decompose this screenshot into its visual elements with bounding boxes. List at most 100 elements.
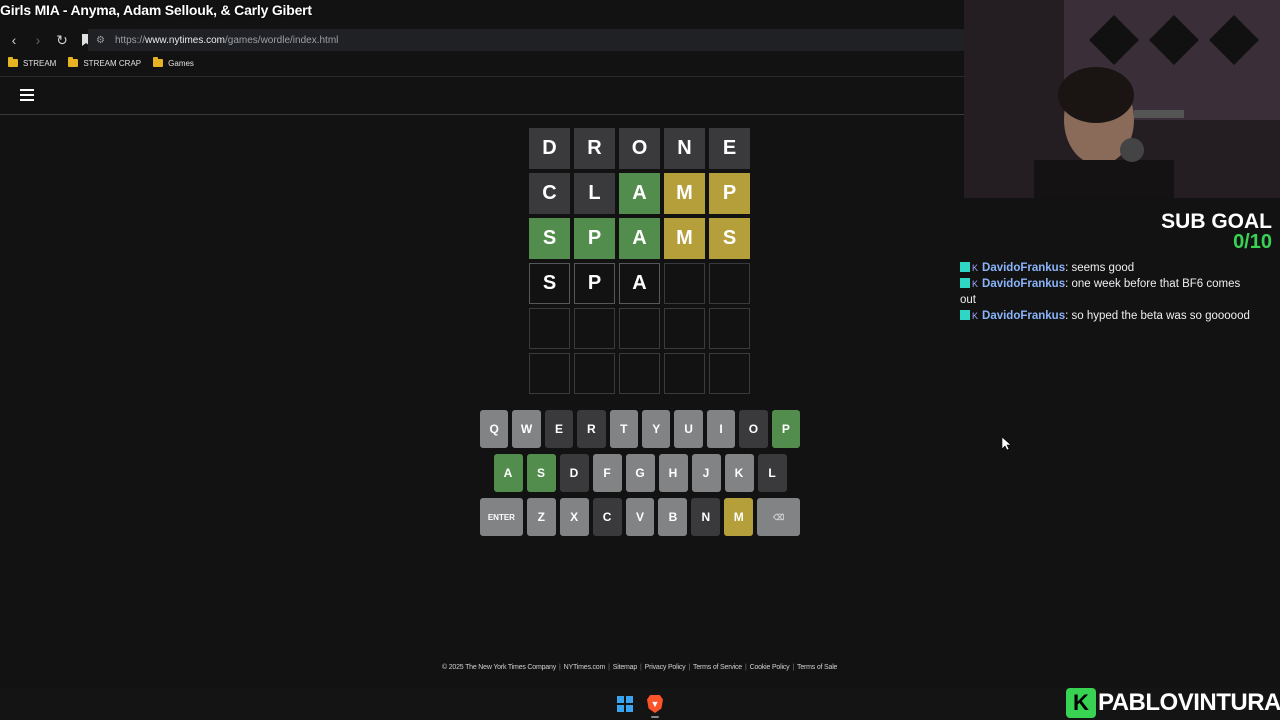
chat-message: K DavidoFrankus: seems good [960,260,1250,276]
backspace-key[interactable]: ⌫ [757,498,801,536]
footer-separator: | [792,664,795,671]
keyboard-row: ASDFGHJKL [478,454,802,492]
chat-text: so hyped the beta was so goooood [1071,310,1250,322]
hamburger-menu-icon[interactable] [20,89,34,101]
board-tile [619,308,660,349]
footer-link[interactable]: Privacy Policy [645,664,686,671]
subscriber-badge-icon [960,278,970,288]
enter-key[interactable]: ENTER [479,498,523,536]
key-h[interactable]: H [658,454,688,492]
board-tile: A [619,218,660,259]
board-tile: D [529,128,570,169]
board-tile: S [529,263,570,304]
key-l[interactable]: L [757,454,787,492]
board-tile [574,353,615,394]
key-r[interactable]: R [577,410,606,448]
footer-separator: | [688,664,691,671]
folder-icon [8,57,18,67]
board-tile: P [709,173,750,214]
key-q[interactable]: Q [479,410,509,448]
footer-separator: | [559,664,561,671]
board-tile [619,353,660,394]
chat-username[interactable]: DavidoFrankus [982,262,1065,274]
chat-username[interactable]: DavidoFrankus [982,278,1065,290]
wordle-board: DRONECLAMPSPAMSSPA [529,128,750,394]
folder-icon [68,57,79,67]
url-prefix: https:// [114,34,145,46]
browser-toolbar: ‹ › ↻ ⚙ https://www.nytimes.com/games/wo… [0,28,964,52]
key-b[interactable]: B [658,498,688,536]
board-tile: O [619,128,660,169]
key-f[interactable]: F [592,454,622,492]
board-tile: A [619,263,660,304]
forward-icon[interactable]: › [28,30,48,50]
back-icon[interactable]: ‹ [4,30,24,50]
board-tile [664,308,705,349]
reload-icon[interactable]: ↻ [52,30,72,50]
webcam-feed [964,0,1280,198]
board-tile [709,263,750,304]
address-bar[interactable]: ⚙ https://www.nytimes.com/games/wordle/i… [88,29,964,51]
board-tile: P [574,218,615,259]
brave-browser-icon[interactable]: ▼ [647,695,663,713]
key-j[interactable]: J [691,454,721,492]
board-tile: S [709,218,750,259]
subscriber-badge-icon [960,262,970,272]
key-v[interactable]: V [625,498,655,536]
key-k[interactable]: K [724,454,754,492]
board-tile [529,353,570,394]
key-e[interactable]: E [544,410,574,448]
board-tile: S [529,218,570,259]
key-a[interactable]: A [493,454,523,492]
streamer-name: PABLOVINTURA [1098,689,1280,716]
footer-separator: | [744,664,747,671]
board-tile [529,308,570,349]
windows-start-icon[interactable] [617,696,633,712]
stream-chat: K DavidoFrankus: seems good K DavidoFrankus… [960,260,1250,324]
key-g[interactable]: G [625,454,655,492]
folder-icon [153,57,164,67]
key-t[interactable]: T [609,410,638,448]
url-host: www.nytimes.com [144,34,225,46]
board-tile [664,263,705,304]
streamer-brand: K PABLOVINTURA [1066,688,1280,718]
footer-link[interactable]: Terms of Sale [797,664,837,671]
active-app-indicator [651,716,659,718]
board-tile [664,353,705,394]
board-tile: C [529,173,570,214]
bookmark-games[interactable]: Games [153,57,194,68]
bookmark-stream[interactable]: STREAM [8,57,56,68]
footer-link[interactable]: Cookie Policy [750,664,790,671]
key-y[interactable]: Y [642,410,671,448]
key-s[interactable]: S [526,454,556,492]
chat-username[interactable]: DavidoFrankus [982,310,1065,322]
chat-message: K DavidoFrankus: so hyped the beta was so… [960,308,1250,324]
key-m[interactable]: M [724,498,754,536]
sub-goal-value: 0/10 [1233,231,1272,253]
bookmark-stream-crap[interactable]: STREAM CRAP [68,57,141,68]
bookmarks-bar: STREAM STREAM CRAP Games [0,55,198,71]
key-c[interactable]: C [592,498,622,536]
board-tile: P [574,263,615,304]
screen: Girls MIA - Anyma, Adam Sellouk, & Carly… [0,0,1280,720]
key-o[interactable]: O [739,410,768,448]
key-p[interactable]: P [771,410,801,448]
footer-link[interactable]: NYTimes.com [564,664,606,671]
board-tile: E [709,128,750,169]
keyboard-row: QWERTYUIOP [478,410,802,448]
page-footer: © 2025 The New York Times Company | NYTime… [442,664,837,671]
kick-logo-icon: K [1066,688,1096,718]
platform-badge-icon: K [972,279,979,289]
footer-link[interactable]: Sitemap [613,664,637,671]
site-settings-icon[interactable]: ⚙ [96,35,105,46]
key-n[interactable]: N [691,498,721,536]
key-i[interactable]: I [706,410,736,448]
footer-separator: | [608,664,610,671]
key-x[interactable]: X [559,498,589,536]
key-d[interactable]: D [559,454,589,492]
footer-separator: | [640,664,642,671]
footer-link[interactable]: Terms of Service [693,664,742,671]
key-z[interactable]: Z [526,498,556,536]
key-w[interactable]: W [512,410,541,448]
key-u[interactable]: U [674,410,703,448]
